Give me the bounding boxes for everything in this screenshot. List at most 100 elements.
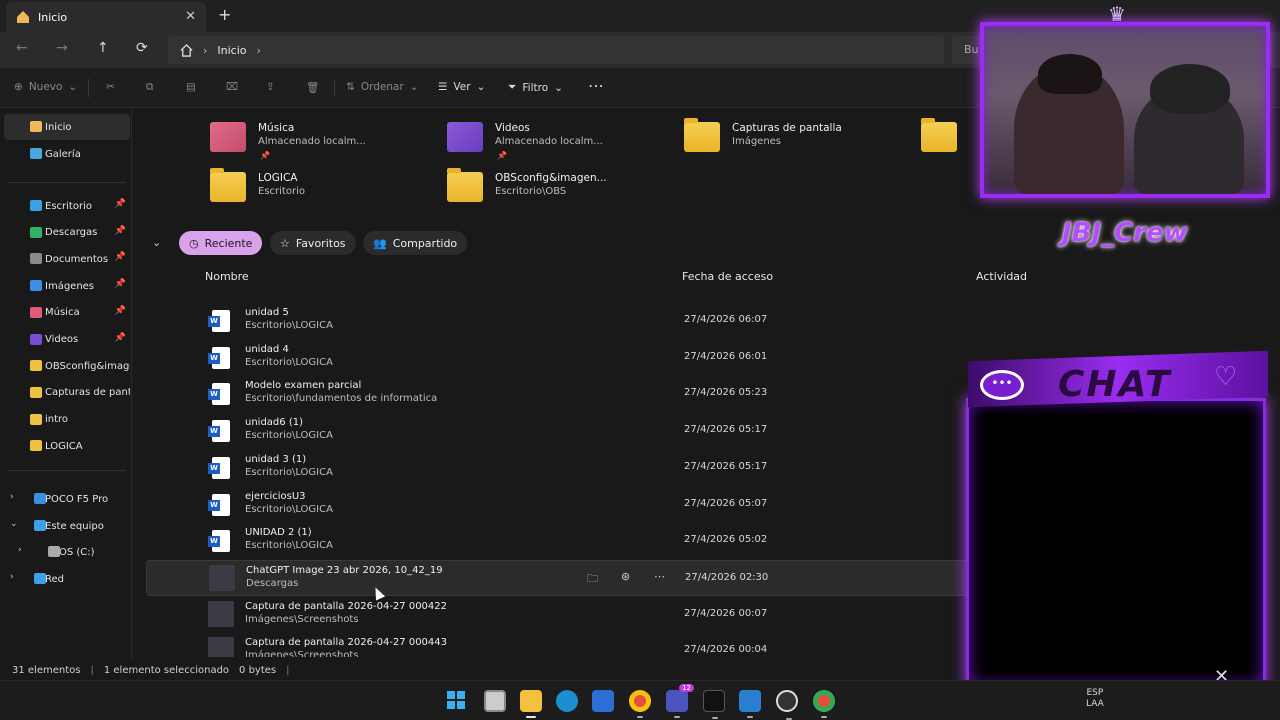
sidebar-item-label: LOGICA (45, 440, 83, 452)
language-indicator[interactable]: ESP LAA (1086, 688, 1104, 710)
quick-access-item-2[interactable]: Capturas de pantalla Imágenes (684, 118, 904, 162)
refresh-button[interactable]: ⟳ (136, 40, 148, 56)
sidebar-pinned-item-9[interactable]: LOGICA (4, 433, 130, 459)
sidebar-device-item-3[interactable]: Red (4, 566, 130, 592)
sidebar-pinned-item-1[interactable]: Descargas 📌 (4, 220, 130, 246)
more-options-icon[interactable]: ⋯ (588, 76, 604, 95)
divider (8, 182, 126, 183)
shared-chip[interactable]: 👥 Compartido (363, 231, 468, 255)
sidebar-item-1[interactable]: Galería (4, 141, 130, 167)
column-header-name[interactable]: Nombre (205, 270, 249, 283)
new-label: Nuevo (28, 81, 63, 93)
sidebar-device-item-0[interactable]: POCO F5 Pro (4, 486, 130, 512)
start-button[interactable] (446, 690, 468, 712)
back-button[interactable]: ← (16, 40, 28, 56)
rename-icon[interactable]: ⌧ (226, 81, 238, 93)
word-document-icon: W (208, 346, 230, 369)
document-icon (30, 253, 42, 265)
vscode-icon[interactable] (739, 690, 761, 718)
chevron-down-icon: ⌄ (409, 81, 419, 93)
more-options-icon[interactable]: ⋯ (654, 570, 665, 583)
close-tab-icon[interactable]: ✕ (185, 9, 196, 24)
running-indicator (712, 717, 718, 719)
sidebar-pinned-item-5[interactable]: Videos 📌 (4, 327, 130, 353)
chrome-profile-icon[interactable] (813, 690, 835, 718)
download-icon (30, 226, 42, 238)
divider (8, 470, 126, 471)
quick-access-item-1[interactable]: Videos Almacenado localm... 📌 (447, 118, 667, 162)
word-document-icon: W (208, 493, 230, 516)
obs-icon[interactable] (776, 690, 798, 720)
up-button[interactable]: ↑ (97, 40, 109, 56)
cut-icon[interactable]: ✂ (106, 81, 115, 93)
webcam-overlay: ♛ JBJ_Crew (968, 0, 1280, 268)
file-name: UNIDAD 2 (1) (245, 527, 312, 539)
store-icon[interactable] (592, 690, 614, 712)
file-row[interactable]: W unidad 5 Escritorio\LOGICA 27/4/2026 0… (146, 303, 1256, 339)
sidebar-pinned-item-2[interactable]: Documentos 📌 (4, 246, 130, 272)
share-icon[interactable]: ⇪ (266, 81, 275, 93)
sidebar-device-item-2[interactable]: OS (C:) (4, 539, 130, 565)
paste-icon[interactable]: ▤ (186, 81, 196, 93)
collapse-chevron-icon[interactable]: ⌄ (152, 236, 161, 249)
sort-button[interactable]: ⇅ Ordenar ⌄ (346, 81, 419, 93)
quick-access-item-partial[interactable] (921, 118, 957, 162)
new-tab-button[interactable]: + (218, 5, 231, 24)
sidebar-item-0[interactable]: Inicio (4, 114, 130, 140)
filter-button[interactable]: ⏷ Filtro ⌄ (508, 81, 563, 94)
sidebar-item-label: Escritorio (45, 200, 92, 212)
people-icon: 👥 (373, 236, 387, 250)
sidebar-pinned-item-4[interactable]: Música 📌 (4, 300, 130, 326)
sort-label: Ordenar (360, 81, 404, 93)
sidebar-item-label: Capturas de pantall (45, 387, 130, 399)
view-button[interactable]: ☰ Ver ⌄ (438, 81, 485, 93)
quick-access-item-4[interactable]: OBSconfig&imagen... Escritorio\OBS (447, 168, 667, 212)
taskbar: 12 ESP LAA (0, 680, 1280, 720)
recent-label: Reciente (204, 236, 253, 250)
task-view-icon[interactable] (484, 690, 506, 712)
pin-icon: 📌 (260, 151, 270, 160)
tab-inicio[interactable]: Inicio ✕ (6, 2, 206, 32)
favorites-chip[interactable]: ☆ Favoritos (270, 231, 356, 255)
word-document-icon: W (208, 420, 230, 443)
new-button[interactable]: ⊕ Nuevo ⌄ (14, 81, 77, 93)
open-location-icon[interactable]: 🗀 (587, 570, 598, 589)
chat-box (966, 398, 1266, 688)
sidebar-pinned-item-6[interactable]: OBSconfig&imagen (4, 353, 130, 379)
chevron-down-icon: ⌄ (554, 81, 563, 94)
column-header-date[interactable]: Fecha de acceso (682, 270, 773, 283)
address-bar[interactable]: › Inicio › (168, 36, 944, 64)
quick-access-item-0[interactable]: Música Almacenado localm... 📌 (210, 118, 430, 162)
word-document-icon: W (208, 456, 230, 479)
sidebar-item-label: Descargas (45, 227, 98, 239)
pin-icon: 📌 (114, 305, 126, 316)
running-indicator (821, 716, 827, 718)
breadcrumb-inicio[interactable]: Inicio (217, 44, 246, 57)
edge-icon[interactable] (556, 690, 578, 712)
file-path: Escritorio\LOGICA (245, 466, 333, 478)
sidebar-pinned-item-8[interactable]: intro (4, 407, 130, 433)
file-name: unidad 3 (1) (245, 453, 307, 465)
copilot-icon[interactable]: ⊛ (621, 570, 630, 583)
column-header-activity[interactable]: Actividad (976, 270, 1027, 283)
sidebar-pinned-item-7[interactable]: Capturas de pantall (4, 380, 130, 406)
navigation-pane: Inicio Galería Escritorio 📌 Descargas 📌 Docume… (0, 108, 132, 660)
forward-button[interactable]: → (56, 40, 68, 56)
file-explorer-icon[interactable] (520, 690, 542, 718)
pin-icon: 📌 (497, 151, 507, 160)
sidebar-pinned-item-0[interactable]: Escritorio 📌 (4, 193, 130, 219)
capcut-icon[interactable] (703, 690, 725, 719)
second-person-hair (1150, 64, 1230, 114)
word-document-icon: W (208, 383, 230, 406)
copy-icon[interactable]: ⧉ (146, 81, 154, 94)
chevron-right-icon[interactable]: › (257, 44, 261, 57)
sidebar-pinned-item-3[interactable]: Imágenes 📌 (4, 273, 130, 299)
chrome-icon[interactable] (629, 690, 651, 718)
delete-icon[interactable]: 🗑 (306, 81, 319, 94)
quick-access-item-3[interactable]: LOGICA Escritorio (210, 168, 430, 212)
file-date: 27/4/2026 05:17 (684, 460, 768, 472)
sidebar-device-item-1[interactable]: Este equipo (4, 513, 130, 539)
quick-access-location: Almacenado localm... (495, 136, 603, 147)
teams-icon[interactable]: 12 (666, 684, 694, 718)
recent-chip[interactable]: ◷ Reciente (179, 231, 263, 255)
